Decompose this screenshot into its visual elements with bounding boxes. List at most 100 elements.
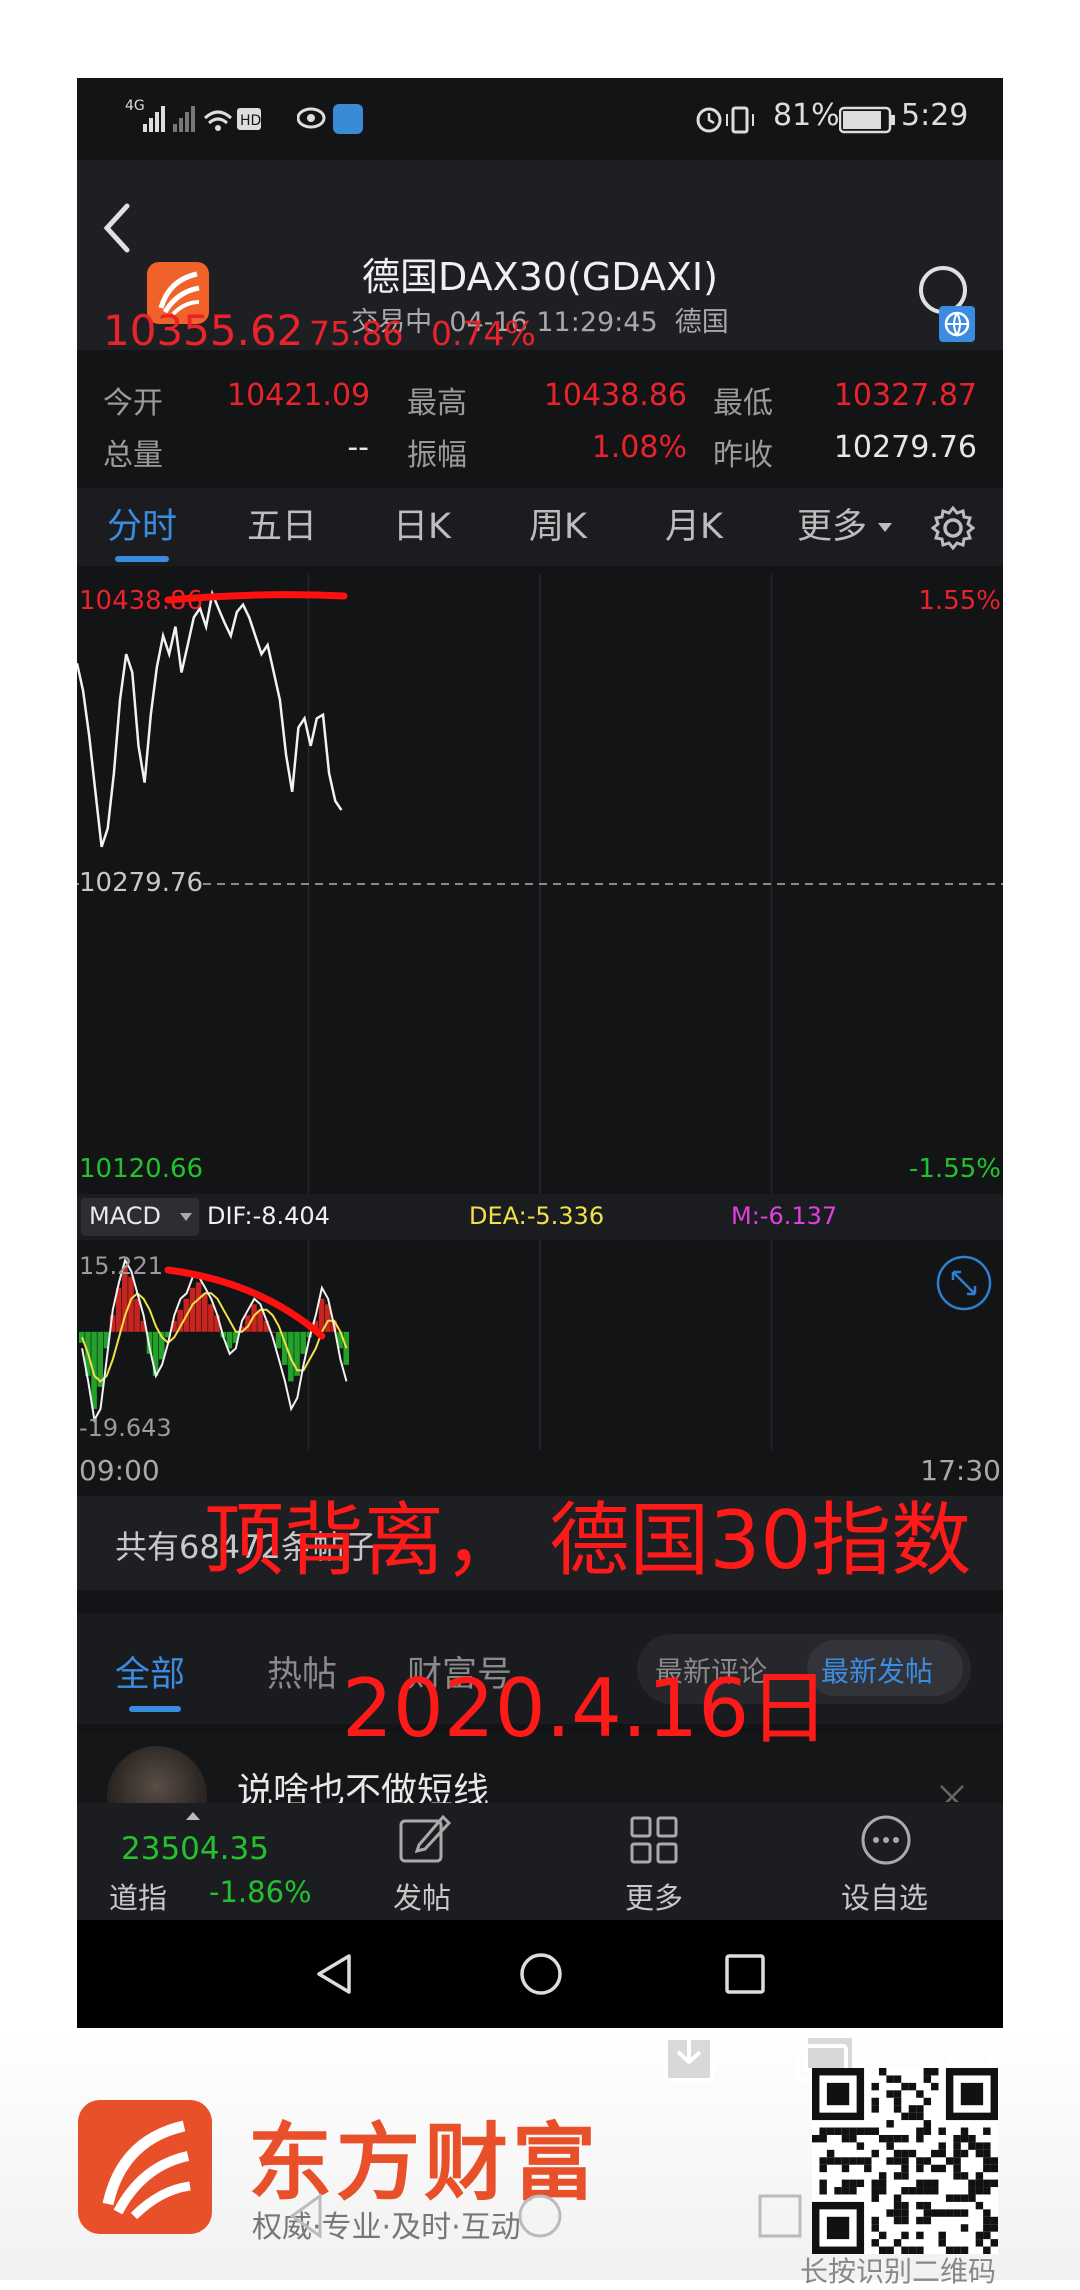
- qr-module: [938, 2164, 946, 2173]
- qr-module: [968, 2142, 976, 2150]
- qr-module: [960, 2149, 969, 2158]
- qr-module: [886, 2157, 894, 2165]
- annotation-title: 顶背离， 德国30指数: [204, 1494, 972, 1587]
- qr-module: [923, 2068, 932, 2076]
- qr-module: [841, 2157, 850, 2165]
- qr-module: [886, 2142, 894, 2150]
- qr-module: [916, 2112, 924, 2121]
- qr-module: [871, 2194, 879, 2202]
- qr-module: [923, 2216, 932, 2225]
- qr-module: [975, 2172, 984, 2180]
- qr-module: [960, 2127, 969, 2135]
- qr-module: [901, 2082, 909, 2091]
- qr-module: [953, 2172, 961, 2180]
- qr-module: [849, 2179, 857, 2188]
- qr-module: [878, 2172, 887, 2180]
- qr-module: [931, 2209, 939, 2217]
- qr-module: [990, 2164, 998, 2173]
- qr-module: [871, 2082, 879, 2091]
- qr-module: [878, 2179, 887, 2188]
- qr-code[interactable]: [812, 2068, 998, 2254]
- qr-module: [990, 2224, 998, 2232]
- qr-module: [945, 2157, 954, 2165]
- qr-module: [953, 2134, 961, 2143]
- qr-module: [983, 2231, 991, 2240]
- qr-module: [849, 2187, 857, 2195]
- qr-module: [901, 2164, 909, 2173]
- qr-module: [938, 2231, 946, 2240]
- qr-module: [923, 2209, 932, 2217]
- qr-module: [931, 2068, 939, 2076]
- qr-module: [841, 2127, 850, 2135]
- qr-module: [841, 2134, 850, 2143]
- qr-module: [975, 2231, 984, 2240]
- qr-module: [975, 2239, 984, 2247]
- qr-module: [953, 2164, 961, 2173]
- qr-module: [893, 2157, 902, 2165]
- qr-module: [931, 2164, 939, 2173]
- qr-module: [983, 2216, 991, 2225]
- qr-module: [849, 2127, 857, 2135]
- qr-module: [916, 2105, 924, 2113]
- qr-module: [878, 2187, 887, 2195]
- qr-module: [819, 2164, 827, 2173]
- qr-module: [841, 2187, 850, 2195]
- qr-module: [960, 2194, 969, 2202]
- qr-module: [893, 2075, 902, 2083]
- qr-module: [916, 2127, 924, 2135]
- qr-module: [916, 2216, 924, 2225]
- qr-module: [975, 2187, 984, 2195]
- qr-module: [990, 2216, 998, 2225]
- qr-module: [849, 2157, 857, 2165]
- qr-module: [983, 2142, 991, 2150]
- qr-module: [923, 2120, 932, 2128]
- qr-module: [856, 2142, 865, 2150]
- qr-module: [931, 2187, 939, 2195]
- qr-module: [916, 2179, 924, 2188]
- qr-module: [893, 2105, 902, 2113]
- qr-module: [983, 2187, 991, 2195]
- qr-module: [908, 2187, 917, 2195]
- qr-module: [826, 2127, 835, 2135]
- qr-module: [871, 2216, 879, 2225]
- qr-module: [960, 2134, 969, 2143]
- qr-module: [990, 2239, 998, 2247]
- qr-module: [968, 2187, 976, 2195]
- qr-module: [878, 2068, 887, 2076]
- qr-module: [931, 2149, 939, 2158]
- qr-module: [908, 2082, 917, 2091]
- qr-module: [983, 2164, 991, 2173]
- qr-module: [886, 2090, 894, 2098]
- qr-module: [908, 2105, 917, 2113]
- ghost-nav-icons: [289, 2193, 802, 2239]
- qr-module: [901, 2172, 909, 2180]
- qr-module: [871, 2239, 879, 2247]
- qr-module: [886, 2209, 894, 2217]
- qr-module: [886, 2120, 894, 2128]
- qr-module: [886, 2075, 894, 2083]
- qr-module: [893, 2209, 902, 2217]
- qr-module: [841, 2179, 850, 2188]
- qr-module: [968, 2134, 976, 2143]
- qr-finder-core: [826, 2216, 850, 2240]
- qr-module: [990, 2179, 998, 2188]
- qr-finder-core: [826, 2082, 850, 2106]
- qr-module: [975, 2179, 984, 2188]
- qr-module: [871, 2187, 879, 2195]
- qr-module: [893, 2149, 902, 2158]
- qr-module: [923, 2157, 932, 2165]
- qr-module: [953, 2157, 961, 2165]
- qr-module: [901, 2231, 909, 2240]
- qr-module: [878, 2231, 887, 2240]
- qr-module: [916, 2134, 924, 2143]
- qr-module: [871, 2105, 879, 2113]
- qr-module: [886, 2134, 894, 2143]
- qr-module: [871, 2224, 879, 2232]
- qr-module: [968, 2179, 976, 2188]
- qr-module: [968, 2194, 976, 2202]
- brand-logo-mark: [102, 2120, 191, 2220]
- qr-module: [812, 2134, 820, 2143]
- qr-module: [975, 2201, 984, 2210]
- qr-module: [849, 2134, 857, 2143]
- qr-module: [923, 2127, 932, 2135]
